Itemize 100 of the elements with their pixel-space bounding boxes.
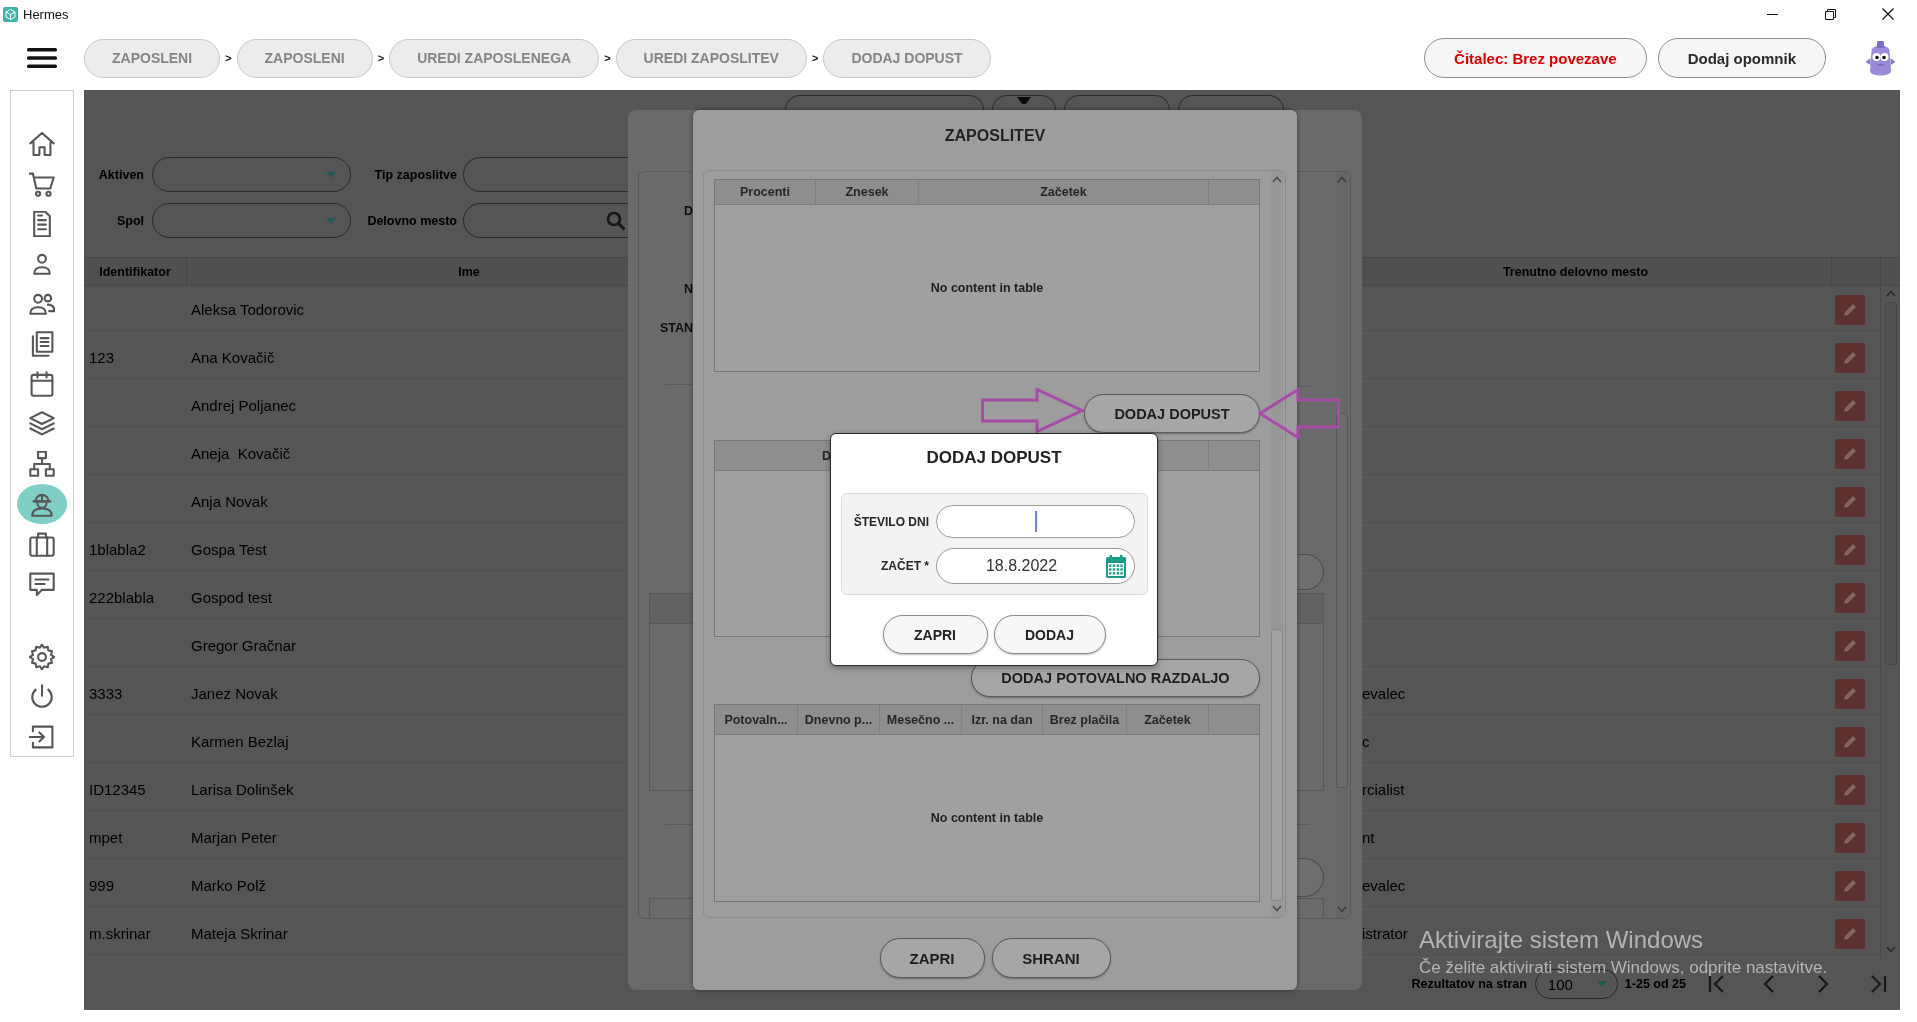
- table-cell: 1blabla2: [89, 541, 146, 558]
- chevron-down-icon[interactable]: [1272, 905, 1282, 912]
- table-cell: nt: [1362, 829, 1375, 846]
- calendar-icon: [29, 371, 55, 397]
- people-icon: [29, 291, 55, 317]
- table-cell: Marko Polž: [191, 877, 267, 894]
- close-icon: [1882, 8, 1894, 20]
- edit-button[interactable]: [1835, 630, 1865, 661]
- breadcrumb-separator: >: [604, 52, 611, 64]
- scrollbar-thumb[interactable]: [1271, 629, 1283, 901]
- table-cell: Mateja Skrinar: [191, 925, 288, 942]
- edit-button[interactable]: [1835, 774, 1865, 805]
- documents-icon: [29, 331, 55, 357]
- number-field[interactable]: [936, 505, 1135, 538]
- toolbar-button[interactable]: [1064, 95, 1170, 110]
- worker-icon: [29, 491, 55, 517]
- edit-button[interactable]: [1835, 870, 1865, 901]
- chevron-up-icon[interactable]: [1337, 176, 1347, 183]
- chat-icon: [29, 571, 55, 597]
- edit-button[interactable]: [1835, 294, 1865, 325]
- search-icon: [606, 210, 626, 231]
- breadcrumb-separator: >: [811, 52, 819, 64]
- breadcrumb-separator: >: [225, 52, 232, 64]
- close-button[interactable]: ZAPRI: [882, 615, 988, 654]
- caret-icon: [326, 217, 336, 224]
- date-field[interactable]: 18.8.2022: [936, 548, 1135, 584]
- pencil-icon: [1842, 541, 1858, 558]
- table-cell: 123: [89, 349, 115, 366]
- edit-button[interactable]: [1835, 678, 1865, 709]
- filter-label: Delovno mesto: [367, 213, 457, 228]
- chevron-down-icon[interactable]: [1885, 946, 1896, 953]
- pencil-icon: [1842, 781, 1858, 798]
- chevron-up-icon[interactable]: [1272, 176, 1282, 183]
- caret-icon: [326, 171, 336, 178]
- edit-button[interactable]: [1835, 342, 1865, 373]
- table-cell: 222blabla: [89, 589, 155, 606]
- field-label: N: [683, 281, 693, 298]
- add-reminder-button[interactable]: Dodaj opomnik: [1657, 38, 1826, 78]
- field-label: ŠTEVILO DNI: [853, 514, 929, 529]
- mascot-icon: [1865, 40, 1896, 76]
- column-header: Potovaln...: [724, 712, 788, 727]
- sidebar-item[interactable]: [17, 484, 67, 524]
- table-cell: Aleksa Todorovic: [191, 301, 305, 318]
- field-label: ZAČET *: [881, 559, 929, 573]
- column-header: D: [821, 448, 831, 463]
- reader-status-button[interactable]: Čitalec: Brez povezave: [1424, 38, 1647, 78]
- add-leave-button[interactable]: DODAJ DOPUST: [1084, 394, 1260, 433]
- toolbar-button[interactable]: [785, 95, 984, 110]
- table-cell: Andrej Poljanec: [191, 397, 297, 414]
- table-cell: Karmen Bezlaj: [191, 733, 289, 750]
- column-header: Začetek: [1144, 712, 1191, 727]
- edit-button[interactable]: [1835, 726, 1865, 757]
- restore-icon: [1824, 8, 1836, 20]
- calendar-icon[interactable]: [1106, 554, 1126, 578]
- pencil-icon: [1842, 829, 1858, 846]
- notice-title: Aktivirajte sistem Windows: [1419, 925, 1704, 955]
- pencil-icon: [1842, 397, 1858, 414]
- toolbar-button[interactable]: [992, 95, 1056, 110]
- pencil-icon: [1842, 589, 1858, 606]
- table-cell: Gospod test: [191, 589, 272, 606]
- edit-button[interactable]: [1835, 390, 1865, 421]
- page-range: 1-25 od 25: [1624, 977, 1686, 991]
- edit-button[interactable]: [1835, 486, 1865, 517]
- table-cell: m.skrinar: [89, 925, 151, 942]
- save-button[interactable]: SHRANI: [991, 938, 1111, 978]
- add-button[interactable]: DODAJ: [993, 615, 1106, 654]
- table-cell: ID12345: [89, 781, 146, 798]
- field-label: D: [683, 203, 693, 220]
- edit-button[interactable]: [1835, 582, 1865, 613]
- table-cell: Gregor Gračnar: [191, 637, 297, 654]
- pencil-icon: [1842, 349, 1858, 366]
- dialog-button[interactable]: [1297, 858, 1324, 897]
- edit-button[interactable]: [1835, 438, 1865, 469]
- table-cell: 3333: [89, 685, 123, 702]
- chevron-up-icon[interactable]: [1885, 290, 1896, 297]
- pencil-icon: [1842, 925, 1858, 942]
- table-cell: Larisa Dolinšek: [191, 781, 294, 798]
- cart-icon: [29, 171, 55, 197]
- filter-label: Spol: [116, 213, 144, 228]
- pencil-icon: [1842, 685, 1858, 702]
- table-cell: 999: [89, 877, 115, 894]
- column-header: Začetek: [1040, 185, 1087, 199]
- toolbar-button[interactable]: [1178, 95, 1284, 110]
- edit-button[interactable]: [1835, 534, 1865, 565]
- close-button[interactable]: ZAPRI: [879, 938, 985, 978]
- chevron-down-icon[interactable]: [1337, 906, 1347, 913]
- column-header: Trenutno delovno mesto: [1502, 264, 1649, 279]
- column-header: Brez plačila: [1049, 712, 1120, 727]
- dialog-button[interactable]: [1297, 554, 1324, 590]
- empty-table-message: No content in table: [930, 281, 1044, 295]
- table-cell: Marjan Peter: [191, 829, 277, 846]
- pencil-icon: [1842, 493, 1858, 510]
- arrow-into-box-icon: [29, 724, 55, 750]
- dialog-title: ZAPOSLITEV: [944, 126, 1046, 146]
- table-cell: evalec: [1362, 685, 1406, 702]
- scrollbar-thumb[interactable]: [1336, 413, 1348, 788]
- edit-button[interactable]: [1835, 918, 1865, 949]
- table-cell: rcialist: [1362, 781, 1405, 798]
- page-size-label: Rezultatov na stran: [1411, 977, 1527, 991]
- edit-button[interactable]: [1835, 822, 1865, 853]
